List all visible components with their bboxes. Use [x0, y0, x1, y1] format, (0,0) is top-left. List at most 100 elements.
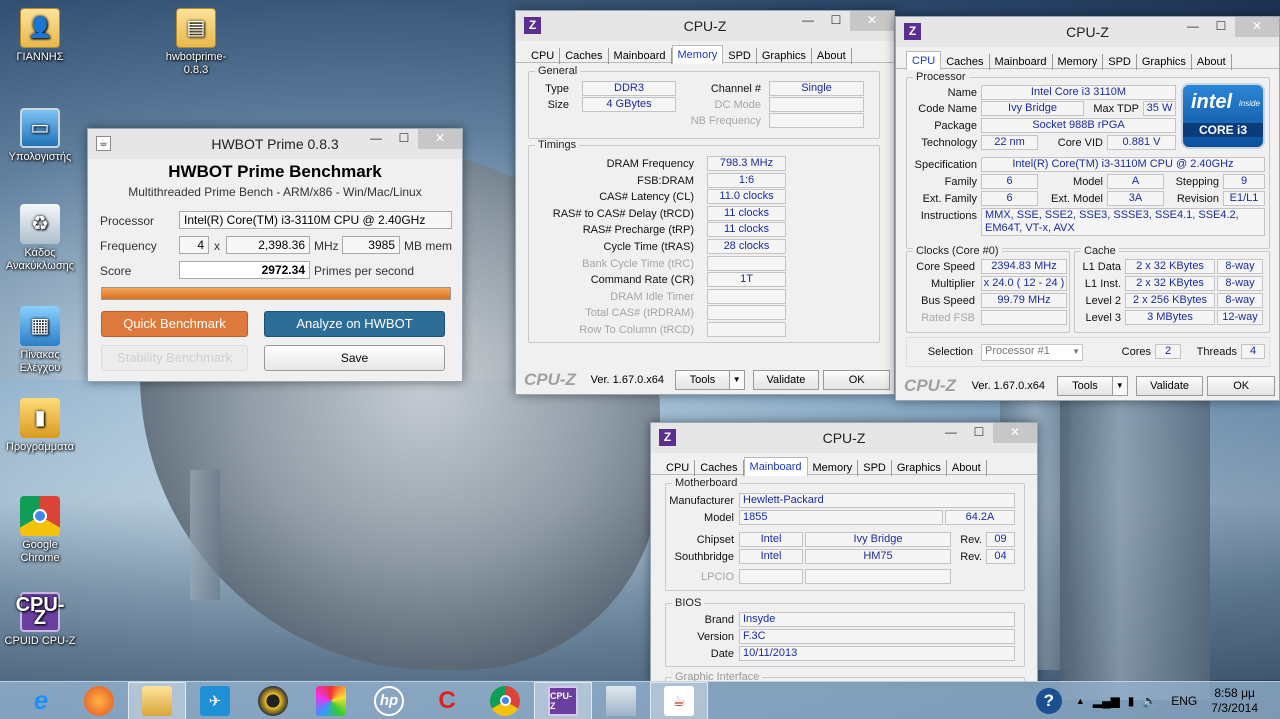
desktop-icon-programs[interactable]: ▮ Προγράμματα: [2, 398, 78, 454]
cpuz-app-icon: Z: [904, 23, 921, 40]
ok-button[interactable]: OK: [823, 370, 890, 390]
tab-memory[interactable]: Memory: [1053, 54, 1104, 70]
tab-bar: CPU Caches Mainboard Memory SPD Graphics…: [516, 41, 894, 64]
window-title: HWBOT Prime 0.8.3: [211, 136, 339, 152]
minimize-button[interactable]: —: [794, 11, 822, 31]
tools-button[interactable]: Tools: [674, 370, 730, 390]
quick-benchmark-button[interactable]: Quick Benchmark: [101, 311, 248, 337]
southbridge-label: Southbridge: [674, 551, 734, 563]
processor-select[interactable]: Processor #1 ▼: [981, 344, 1083, 361]
southbridge-value: Intel: [739, 549, 803, 564]
show-hidden-icons-icon[interactable]: ▲: [1076, 696, 1085, 706]
cpuz-titlebar[interactable]: Z CPU-Z — ☐ ✕: [896, 17, 1279, 47]
close-button[interactable]: ✕: [993, 423, 1037, 443]
chipset-label: Chipset: [696, 534, 734, 546]
help-icon[interactable]: ?: [1035, 688, 1062, 714]
validate-button[interactable]: Validate: [752, 370, 820, 390]
taskbar-firefox[interactable]: [70, 682, 128, 719]
close-button[interactable]: ✕: [850, 11, 894, 31]
analyze-hwbot-button[interactable]: Analyze on HWBOT: [264, 311, 445, 337]
signal-icon[interactable]: ▂▄▆: [1093, 694, 1120, 708]
save-button[interactable]: Save: [264, 345, 445, 371]
close-button[interactable]: ✕: [1235, 17, 1279, 37]
ok-button[interactable]: OK: [1207, 376, 1275, 396]
taskbar-ccleaner[interactable]: C: [418, 682, 476, 719]
minimize-button[interactable]: —: [362, 129, 390, 149]
media-player-icon: [258, 685, 288, 716]
cpuz-titlebar[interactable]: Z CPU-Z — ☐ ✕: [651, 423, 1037, 453]
clock[interactable]: 8:58 μμ 7/3/2014: [1211, 686, 1258, 716]
tab-mainboard[interactable]: Mainboard: [743, 457, 808, 476]
tab-about[interactable]: About: [947, 460, 987, 476]
minimize-button[interactable]: —: [937, 423, 965, 443]
tab-cpu[interactable]: CPU: [906, 51, 942, 70]
taskbar-media[interactable]: [244, 682, 302, 719]
stability-benchmark-button[interactable]: Stability Benchmark: [101, 345, 248, 371]
taskbar-ie[interactable]: e: [12, 682, 70, 719]
cpuz-titlebar[interactable]: Z CPU-Z — ☐ ✕: [516, 11, 894, 41]
wallpaper-ruins: [1060, 400, 1210, 700]
tab-caches[interactable]: Caches: [941, 54, 990, 70]
level2-value: 2 x 256 KBytes: [1125, 293, 1215, 308]
tab-memory[interactable]: Memory: [808, 460, 859, 476]
taskbar-photos[interactable]: [302, 682, 360, 719]
tab-spd[interactable]: SPD: [723, 48, 757, 64]
manufacturer-value: Hewlett-Packard: [739, 493, 1015, 508]
tools-dropdown-icon[interactable]: ▼: [1111, 376, 1128, 396]
maximize-button[interactable]: ☐: [965, 423, 993, 443]
threads-value: 4: [1241, 344, 1265, 359]
tab-cpu[interactable]: CPU: [526, 48, 561, 64]
language-indicator[interactable]: ENG: [1171, 694, 1197, 708]
tab-about[interactable]: About: [812, 48, 852, 64]
level2-label: Level 2: [1085, 295, 1121, 307]
volume-icon[interactable]: 🔈: [1142, 694, 1157, 708]
desktop-icon-control-panel[interactable]: ▦ Πίνακας Ελέγχου: [2, 306, 78, 375]
taskbar-chrome[interactable]: [476, 682, 534, 719]
tab-memory[interactable]: Memory: [671, 45, 724, 64]
desktop-icon-user[interactable]: 👤 ΓΙΑΝΝΗΣ: [2, 8, 78, 64]
minimize-button[interactable]: —: [1179, 17, 1207, 37]
taskbar-hp[interactable]: hp: [360, 682, 418, 719]
tab-graphics[interactable]: Graphics: [757, 48, 812, 64]
tab-cpu[interactable]: CPU: [661, 460, 696, 476]
chrome-icon: [20, 496, 60, 536]
maximize-button[interactable]: ☐: [822, 11, 850, 31]
firefox-icon: [84, 685, 114, 716]
codename-value: Ivy Bridge: [981, 101, 1084, 116]
validate-button[interactable]: Validate: [1135, 376, 1204, 396]
taskbar-explorer[interactable]: [128, 681, 186, 719]
taskbar-monitor[interactable]: [592, 682, 650, 719]
hwbot-titlebar[interactable]: ☕ HWBOT Prime 0.8.3 — ☐ ✕: [88, 129, 462, 159]
tab-mainboard[interactable]: Mainboard: [609, 48, 672, 64]
maximize-button[interactable]: ☐: [390, 129, 418, 149]
maximize-button[interactable]: ☐: [1207, 17, 1235, 37]
dc-mode-value: [769, 97, 864, 112]
tab-spd[interactable]: SPD: [858, 460, 892, 476]
frequency-label: Frequency: [100, 239, 157, 253]
desktop-icon-hwbotprime[interactable]: ▤ hwbotprime-0.8.3: [158, 8, 234, 77]
lpcio-model-value: [805, 569, 951, 584]
desktop-icon-chrome[interactable]: Google Chrome: [2, 496, 78, 565]
tab-caches[interactable]: Caches: [695, 460, 744, 476]
tab-mainboard[interactable]: Mainboard: [990, 54, 1053, 70]
close-button[interactable]: ✕: [418, 129, 462, 149]
desktop-icon-cpuz[interactable]: CPU-Z CPUID CPU-Z: [2, 592, 78, 648]
tab-graphics[interactable]: Graphics: [892, 460, 947, 476]
tab-about[interactable]: About: [1192, 54, 1232, 70]
tools-dropdown-icon[interactable]: ▼: [728, 370, 745, 390]
tab-graphics[interactable]: Graphics: [1137, 54, 1192, 70]
desktop-icon-computer[interactable]: ▭ Υπολογιστής: [2, 108, 78, 164]
package-value: Socket 988B rPGA: [981, 118, 1176, 133]
taskbar-rocket[interactable]: ✈: [186, 682, 244, 719]
desktop-icon-recycle-bin[interactable]: ♻ Κάδος Ανακύκλωσης: [2, 204, 78, 273]
timing-value: 1:6: [707, 172, 786, 188]
tab-bar: CPU Caches Mainboard Memory SPD Graphics…: [651, 453, 1037, 476]
intel-core-i3-logo: intel inside CORE i3: [1181, 83, 1265, 149]
tab-spd[interactable]: SPD: [1103, 54, 1137, 70]
power-icon[interactable]: ▮: [1128, 694, 1135, 708]
tab-caches[interactable]: Caches: [560, 48, 609, 64]
tools-button[interactable]: Tools: [1057, 376, 1113, 396]
taskbar-java[interactable]: ☕: [650, 681, 708, 719]
timing-value: 11.0 clocks: [707, 189, 786, 205]
taskbar-cpuz[interactable]: CPU-Z: [534, 681, 592, 719]
